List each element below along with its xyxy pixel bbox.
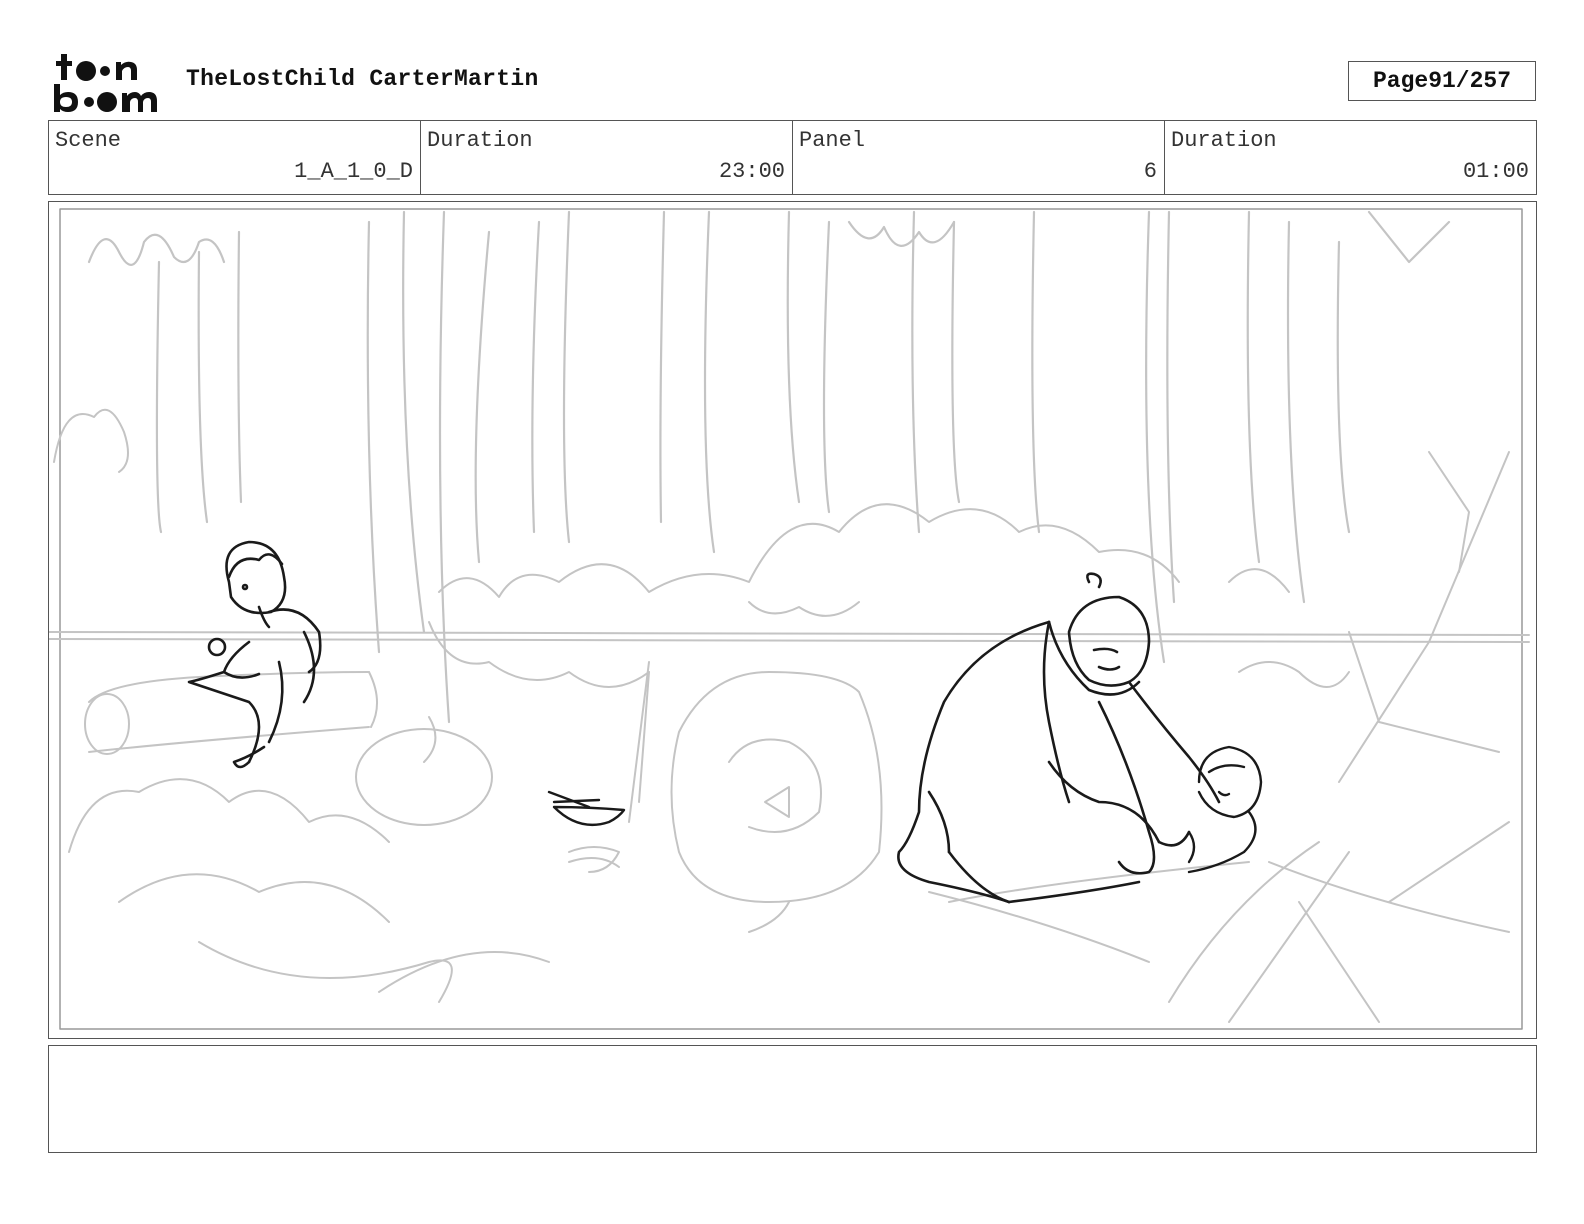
panel-duration-cell: Duration 01:00 <box>1165 121 1536 194</box>
background-trees <box>87 210 1451 724</box>
panel-label: Panel <box>799 128 866 153</box>
child-lying-figure <box>1187 745 1263 874</box>
scene-label: Scene <box>55 128 122 153</box>
scene-duration-value: 23:00 <box>718 159 785 184</box>
storyboard-panel <box>48 201 1537 1039</box>
panel-duration-value: 01:00 <box>1462 159 1529 184</box>
storyboard-sketch <box>49 208 1530 1030</box>
panel-duration-label: Duration <box>1171 128 1277 153</box>
scene-info-row: Scene 1_A_1_0_D Duration 23:00 Panel 6 D… <box>48 120 1537 195</box>
page-indicator: Page 91/257 <box>1348 61 1536 101</box>
scene-duration-cell: Duration 23:00 <box>421 121 793 194</box>
scene-cell: Scene 1_A_1_0_D <box>49 121 421 194</box>
toon-boom-logo <box>54 54 157 112</box>
man-kneeling-figure <box>897 572 1221 904</box>
background-bushes <box>49 408 1530 1023</box>
panel-value: 6 <box>1143 159 1157 184</box>
bowl-sketch <box>547 790 626 827</box>
document-title: TheLostChild CarterMartin <box>186 66 539 92</box>
page-number: 91/257 <box>1428 68 1512 94</box>
panel-notes-box <box>48 1045 1537 1153</box>
panel-cell: Panel 6 <box>793 121 1165 194</box>
page-label: Page <box>1372 68 1429 94</box>
scene-value: 1_A_1_0_D <box>294 159 413 184</box>
scene-duration-label: Duration <box>427 128 533 153</box>
